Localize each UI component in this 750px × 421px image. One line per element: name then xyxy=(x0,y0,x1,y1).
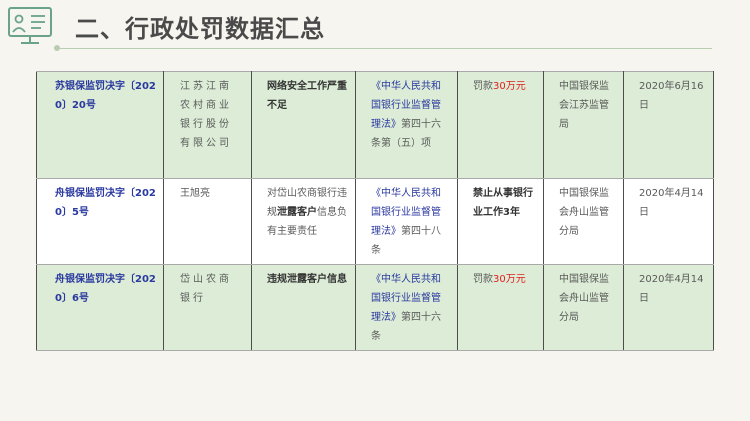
decision-number-cell: 苏银保监罚决字〔2020〕20号 xyxy=(36,71,164,179)
violation-cell: 对岱山农商银行违规泄露客户信息负有主要责任 xyxy=(251,178,356,265)
table-row: 苏银保监罚决字〔2020〕20号 江苏江南农村商业银行股份有限公司 网络安全工作… xyxy=(36,71,714,179)
header: 二、行政处罚数据汇总 xyxy=(0,0,750,51)
penalty-ban: 禁止从事银行业工作3年 xyxy=(473,188,533,218)
penalty-prefix: 罚款 xyxy=(473,274,493,285)
penalty-prefix: 罚款 xyxy=(473,81,493,92)
presentation-board-icon xyxy=(8,7,52,44)
date-cell: 2020年6月16日 xyxy=(623,71,714,179)
penalty-amount: 30万元 xyxy=(493,81,526,92)
violation-cell: 网络安全工作严重不足 xyxy=(251,71,356,179)
title-divider xyxy=(60,48,712,49)
party-cell: 王旭亮 xyxy=(163,178,252,265)
authority-cell: 中国银保监会舟山监管分局 xyxy=(543,264,624,351)
party-cell: 江苏江南农村商业银行股份有限公司 xyxy=(163,71,252,179)
penalty-table: 苏银保监罚决字〔2020〕20号 江苏江南农村商业银行股份有限公司 网络安全工作… xyxy=(36,71,714,351)
penalty-cell: 禁止从事银行业工作3年 xyxy=(457,178,544,265)
violation-text-bold: 泄露客户 xyxy=(277,207,317,218)
table-row: 舟银保监罚决字〔2020〕5号 王旭亮 对岱山农商银行违规泄露客户信息负有主要责… xyxy=(36,178,714,265)
decision-number-cell: 舟银保监罚决字〔2020〕6号 xyxy=(36,264,164,351)
legal-basis-cell: 《中华人民共和国银行业监督管理法》第四十八条 xyxy=(355,178,458,265)
date-cell: 2020年4月14日 xyxy=(623,264,714,351)
penalty-amount: 30万元 xyxy=(493,274,526,285)
penalty-cell: 罚款30万元 xyxy=(457,71,544,179)
penalty-cell: 罚款30万元 xyxy=(457,264,544,351)
authority-cell: 中国银保监会江苏监管局 xyxy=(543,71,624,179)
authority-cell: 中国银保监会舟山监管分局 xyxy=(543,178,624,265)
legal-basis-cell: 《中华人民共和国银行业监督管理法》第四十六条第（五）项 xyxy=(355,71,458,179)
party-cell: 岱山农商银行 xyxy=(163,264,252,351)
date-cell: 2020年4月14日 xyxy=(623,178,714,265)
violation-cell: 违规泄露客户信息 xyxy=(251,264,356,351)
legal-basis-cell: 《中华人民共和国银行业监督管理法》第四十六条 xyxy=(355,264,458,351)
table-row: 舟银保监罚决字〔2020〕6号 岱山农商银行 违规泄露客户信息 《中华人民共和国… xyxy=(36,264,714,351)
page-title: 二、行政处罚数据汇总 xyxy=(75,15,325,43)
decision-number-cell: 舟银保监罚决字〔2020〕5号 xyxy=(36,178,164,265)
